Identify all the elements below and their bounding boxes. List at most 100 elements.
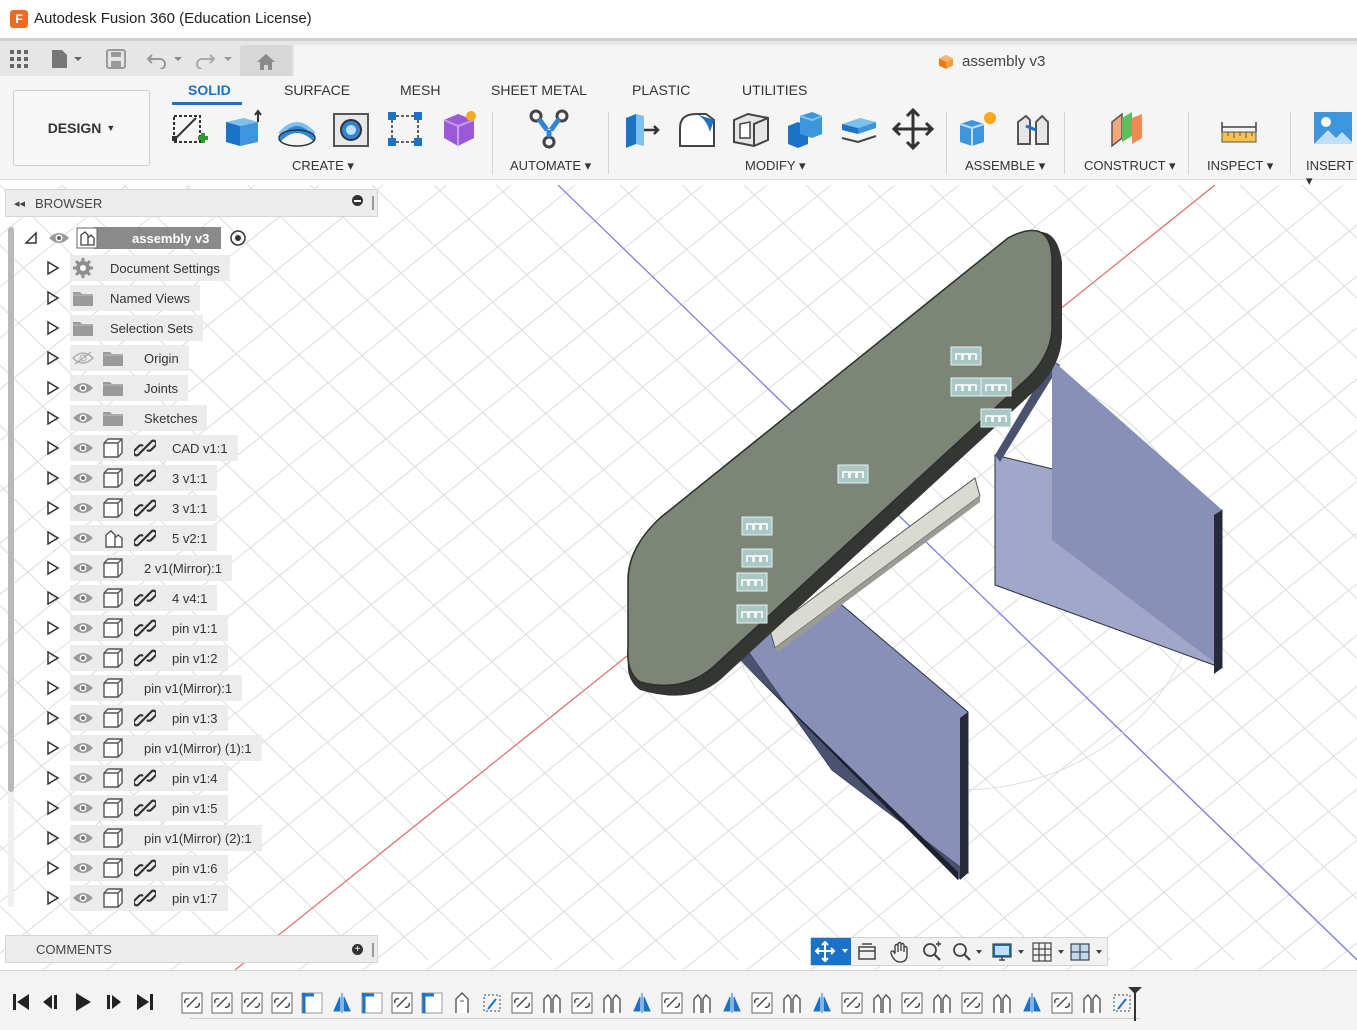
timeline-feature-joint-icon[interactable] <box>961 992 983 1014</box>
browser-tree-item[interactable]: Sketches <box>46 404 208 432</box>
timeline-feature-joint-icon[interactable] <box>241 992 263 1014</box>
browser-tree-item[interactable]: pin v1:5 <box>46 794 228 822</box>
panel-pin-handle[interactable] <box>372 943 374 957</box>
caret-expanded-icon[interactable] <box>24 231 38 245</box>
eye-icon[interactable] <box>72 680 94 696</box>
browser-header[interactable]: ◂◂ BROWSER <box>5 189 378 217</box>
timeline-feature-mirror-icon[interactable] <box>723 993 741 1013</box>
browser-tree-item[interactable]: pin v1:7 <box>46 884 228 912</box>
browser-item-chip[interactable]: pin v1:1 <box>70 615 228 641</box>
step-back-icon[interactable] <box>40 991 62 1013</box>
panel-pin-handle[interactable] <box>372 196 374 210</box>
browser-tree-item[interactable]: 4 v4:1 <box>46 584 218 612</box>
caret-collapsed-icon[interactable] <box>46 381 60 395</box>
eye-icon[interactable] <box>72 380 94 396</box>
browser-tree-item[interactable]: Origin <box>46 344 189 372</box>
timeline-feature-rigid-icon[interactable] <box>455 992 469 1013</box>
caret-collapsed-icon[interactable] <box>46 891 60 905</box>
group-create[interactable]: CREATE ▾ <box>292 158 354 174</box>
browser-item-chip[interactable]: pin v1(Mirror) (2):1 <box>70 825 262 851</box>
eye-icon[interactable] <box>72 740 94 756</box>
timeline-feature-revolute-icon[interactable] <box>543 993 561 1013</box>
group-assemble[interactable]: ASSEMBLE ▾ <box>965 158 1045 174</box>
timeline-feature-revolute-icon[interactable] <box>1083 993 1101 1013</box>
joint-marker-icon[interactable] <box>736 572 768 592</box>
eye-icon[interactable] <box>72 620 94 636</box>
browser-tree-item[interactable]: pin v1:3 <box>46 704 228 732</box>
timeline-feature-joint-icon[interactable] <box>1051 992 1073 1014</box>
caret-collapsed-icon[interactable] <box>46 681 60 695</box>
insert-image-icon[interactable] <box>1312 108 1354 150</box>
browser-item-chip[interactable]: Sketches <box>70 405 208 431</box>
timeline-feature-joint-icon[interactable] <box>181 992 203 1014</box>
caret-collapsed-icon[interactable] <box>46 561 60 575</box>
timeline-feature-mirror-icon[interactable] <box>1023 993 1041 1013</box>
play-icon[interactable] <box>72 991 94 1013</box>
home-tab[interactable] <box>240 45 292 79</box>
caret-collapsed-icon[interactable] <box>46 501 60 515</box>
timeline-feature-joint-icon[interactable] <box>211 992 233 1014</box>
redo-icon[interactable] <box>196 47 236 71</box>
collapse-panel-icon[interactable]: ◂◂ <box>14 197 25 210</box>
eye-icon[interactable] <box>72 500 94 516</box>
joint-marker-icon[interactable] <box>950 346 982 366</box>
browser-item-chip[interactable]: pin v1:7 <box>70 885 228 911</box>
eye-icon[interactable] <box>72 800 94 816</box>
eye-icon[interactable] <box>72 890 94 906</box>
browser-root-node[interactable]: assembly v3 <box>24 225 247 251</box>
undo-icon[interactable] <box>146 47 186 71</box>
offset-plane-icon[interactable] <box>1106 108 1148 150</box>
tab-surface[interactable]: SURFACE <box>284 82 350 98</box>
browser-item-chip[interactable]: pin v1:6 <box>70 855 228 881</box>
joint-marker-icon[interactable] <box>741 516 773 536</box>
eye-icon[interactable] <box>72 650 94 666</box>
browser-tree-item[interactable]: pin v1(Mirror):1 <box>46 674 243 702</box>
caret-collapsed-icon[interactable] <box>46 351 60 365</box>
orbit-tool[interactable] <box>811 938 851 965</box>
joint-marker-icon[interactable] <box>736 604 768 624</box>
automate-icon[interactable] <box>528 108 570 150</box>
browser-item-chip[interactable]: 3 v1:1 <box>70 465 218 491</box>
browser-item-chip[interactable]: pin v1:4 <box>70 765 228 791</box>
joint-marker-icon[interactable] <box>950 377 982 397</box>
measure-icon[interactable] <box>1218 108 1260 150</box>
look-at-icon[interactable] <box>857 942 877 962</box>
revolve-icon[interactable] <box>276 108 318 150</box>
group-automate[interactable]: AUTOMATE ▾ <box>510 158 591 174</box>
eye-icon[interactable] <box>72 770 94 786</box>
group-construct[interactable]: CONSTRUCT ▾ <box>1084 158 1176 174</box>
browser-tree-item[interactable]: Selection Sets <box>46 314 204 342</box>
new-component-icon[interactable] <box>958 108 1000 150</box>
timeline-feature-mirror-icon[interactable] <box>813 993 831 1013</box>
eye-icon[interactable] <box>72 830 94 846</box>
browser-tree-item[interactable]: 2 v1(Mirror):1 <box>46 554 233 582</box>
go-to-start-icon[interactable] <box>10 991 32 1013</box>
browser-item-chip[interactable]: 5 v2:1 <box>70 525 218 551</box>
activate-radio-icon[interactable] <box>229 229 247 247</box>
offset-face-icon[interactable] <box>838 108 880 150</box>
timeline-feature-joint-icon[interactable] <box>391 992 413 1014</box>
create-sketch-icon[interactable] <box>168 108 210 150</box>
joint-marker-icon[interactable] <box>741 548 773 568</box>
joint-icon[interactable] <box>1012 108 1054 150</box>
timeline-feature-plane-icon[interactable] <box>483 994 501 1012</box>
extrude-icon[interactable] <box>222 108 264 150</box>
caret-collapsed-icon[interactable] <box>46 321 60 335</box>
tab-solid[interactable]: SOLID <box>188 82 231 98</box>
timeline-feature-sketch-icon[interactable] <box>361 992 383 1014</box>
shell-icon[interactable] <box>730 108 772 150</box>
tab-mesh[interactable]: MESH <box>400 82 440 98</box>
workspace-switcher[interactable]: DESIGN ▼ <box>13 90 150 166</box>
browser-tree-item[interactable]: 5 v2:1 <box>46 524 218 552</box>
eye-hidden-icon[interactable] <box>72 350 94 366</box>
eye-icon[interactable] <box>72 590 94 606</box>
comments-header[interactable]: COMMENTS + <box>5 935 378 963</box>
timeline-feature-revolute-icon[interactable] <box>693 993 711 1013</box>
browser-tree-item[interactable]: pin v1:6 <box>46 854 228 882</box>
caret-collapsed-icon[interactable] <box>46 861 60 875</box>
browser-item-chip[interactable]: CAD v1:1 <box>70 435 238 461</box>
form-icon[interactable] <box>438 108 480 150</box>
browser-tree-item[interactable]: pin v1:2 <box>46 644 228 672</box>
browser-tree-item[interactable]: 3 v1:1 <box>46 494 218 522</box>
browser-tree-item[interactable]: Document Settings <box>46 254 230 282</box>
